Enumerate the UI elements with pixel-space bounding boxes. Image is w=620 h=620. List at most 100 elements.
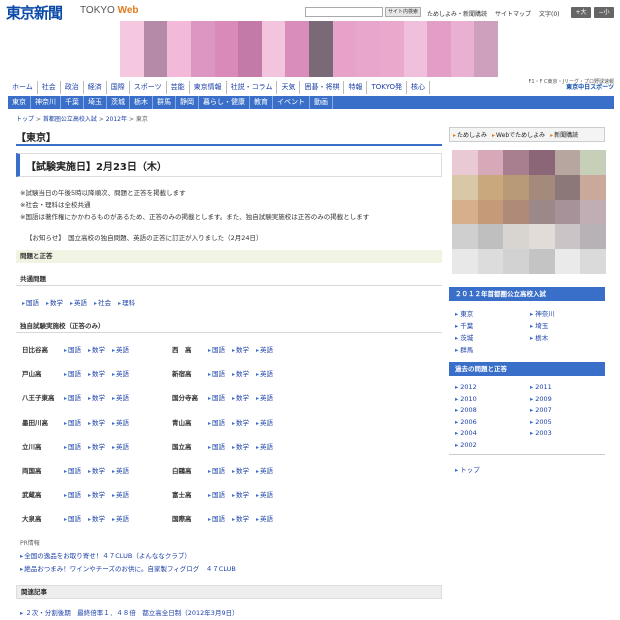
common-subject-link[interactable]: 社会 bbox=[94, 297, 111, 307]
school-subject-link[interactable]: 数学 bbox=[232, 489, 249, 499]
school-subject-link[interactable]: 英語 bbox=[112, 489, 129, 499]
search-button[interactable]: サイト内検索 bbox=[385, 7, 421, 17]
school-subject-link[interactable]: 国語 bbox=[208, 441, 225, 451]
sidebar-prefecture-link[interactable]: 栃木 bbox=[530, 332, 548, 342]
school-subject-link[interactable]: 数学 bbox=[232, 417, 249, 427]
sidebar-prefecture-link[interactable]: 千葉 bbox=[455, 320, 473, 330]
pr-link-1[interactable]: 全国の逸品をお取り寄せ！４７CLUB（よんななクラブ） bbox=[20, 550, 191, 560]
sidebar-year-link[interactable]: 2005 bbox=[530, 418, 552, 426]
school-subject-link[interactable]: 数学 bbox=[88, 513, 105, 523]
sidebar-year-link[interactable]: 2003 bbox=[530, 429, 552, 437]
school-subject-link[interactable]: 英語 bbox=[256, 441, 273, 451]
tool-subscribe[interactable]: 新聞購読 bbox=[550, 130, 578, 139]
school-subject-link[interactable]: 数学 bbox=[232, 368, 249, 378]
school-subject-link[interactable]: 数学 bbox=[232, 392, 249, 402]
trial-subscribe-link[interactable]: ためしよみ・新聞購読 bbox=[427, 9, 487, 18]
sidebar-prefecture-link[interactable]: 埼玉 bbox=[530, 320, 548, 330]
school-subject-link[interactable]: 英語 bbox=[256, 417, 273, 427]
font-size-reset[interactable]: (0) bbox=[551, 11, 560, 18]
main-nav-item[interactable]: 芸能 bbox=[167, 81, 190, 94]
main-nav-item[interactable]: 社会 bbox=[38, 81, 61, 94]
school-subject-link[interactable]: 国語 bbox=[64, 513, 81, 523]
sidebar-top-link[interactable]: トップ bbox=[455, 464, 480, 474]
main-nav-item[interactable]: 特報 bbox=[344, 81, 368, 94]
common-subject-link[interactable]: 理科 bbox=[118, 297, 135, 307]
school-subject-link[interactable]: 国語 bbox=[64, 344, 81, 354]
sidebar-year-link[interactable]: 2012 bbox=[455, 383, 477, 391]
sponsor-link[interactable]: F1・F C東京・Jリーグ・プロ野球速報 東京中日スポーツ bbox=[528, 79, 615, 91]
school-subject-link[interactable]: 国語 bbox=[208, 465, 225, 475]
school-subject-link[interactable]: 国語 bbox=[208, 368, 225, 378]
sidebar-year-link[interactable]: 2004 bbox=[455, 429, 477, 437]
pr-link-2[interactable]: 絶品おつまみ！ワインやチーズのお供に。自家製フィグログ ４７CLUB bbox=[20, 563, 236, 573]
school-subject-link[interactable]: 英語 bbox=[112, 417, 129, 427]
sidebar-year-link[interactable]: 2007 bbox=[530, 406, 552, 414]
main-nav-item[interactable]: 政治 bbox=[61, 81, 84, 94]
school-subject-link[interactable]: 数学 bbox=[88, 441, 105, 451]
school-subject-link[interactable]: 英語 bbox=[256, 465, 273, 475]
school-subject-link[interactable]: 数学 bbox=[232, 513, 249, 523]
region-nav-item[interactable]: 暮らし・健康 bbox=[199, 96, 250, 109]
region-nav-item[interactable]: 千葉 bbox=[61, 96, 84, 109]
sidebar-year-link[interactable]: 2002 bbox=[455, 441, 477, 449]
region-nav-item[interactable]: 埼玉 bbox=[84, 96, 107, 109]
tool-trial[interactable]: ためしよみ bbox=[453, 130, 487, 139]
main-nav-item[interactable]: 経済 bbox=[84, 81, 107, 94]
sidebar-year-link[interactable]: 2008 bbox=[455, 406, 477, 414]
school-subject-link[interactable]: 数学 bbox=[88, 465, 105, 475]
school-subject-link[interactable]: 英語 bbox=[256, 392, 273, 402]
school-subject-link[interactable]: 国語 bbox=[64, 441, 81, 451]
main-nav-item[interactable]: 核心 bbox=[407, 81, 430, 94]
school-subject-link[interactable]: 数学 bbox=[232, 465, 249, 475]
school-subject-link[interactable]: 国語 bbox=[208, 513, 225, 523]
region-nav-item[interactable]: イベント bbox=[273, 96, 310, 109]
font-smaller-button[interactable]: −小 bbox=[594, 7, 614, 18]
breadcrumb-year[interactable]: 2012年 bbox=[106, 116, 127, 123]
region-nav-item[interactable]: 動画 bbox=[310, 96, 333, 109]
tool-web-trial[interactable]: Webでためしよみ bbox=[492, 130, 545, 139]
school-subject-link[interactable]: 数学 bbox=[88, 417, 105, 427]
school-subject-link[interactable]: 英語 bbox=[256, 513, 273, 523]
main-nav-item[interactable]: 社説・コラム bbox=[227, 81, 278, 94]
region-nav-item[interactable]: 栃木 bbox=[130, 96, 153, 109]
school-subject-link[interactable]: 数学 bbox=[88, 489, 105, 499]
main-nav-item[interactable]: 天気 bbox=[277, 81, 301, 94]
region-nav-item[interactable]: 群馬 bbox=[153, 96, 176, 109]
sidebar-year-link[interactable]: 2010 bbox=[455, 395, 477, 403]
site-logo[interactable]: 東京新聞 bbox=[6, 2, 63, 23]
sidebar-prefecture-link[interactable]: 茨城 bbox=[455, 332, 473, 342]
sidebar-prefecture-link[interactable]: 神奈川 bbox=[530, 308, 555, 318]
school-subject-link[interactable]: 国語 bbox=[208, 417, 225, 427]
school-subject-link[interactable]: 数学 bbox=[232, 441, 249, 451]
school-subject-link[interactable]: 国語 bbox=[64, 489, 81, 499]
main-nav-item[interactable]: 国際 bbox=[107, 81, 130, 94]
common-subject-link[interactable]: 英語 bbox=[70, 297, 87, 307]
school-subject-link[interactable]: 国語 bbox=[208, 344, 225, 354]
banner-ad[interactable] bbox=[120, 21, 498, 77]
school-subject-link[interactable]: 英語 bbox=[112, 513, 129, 523]
school-subject-link[interactable]: 国語 bbox=[64, 392, 81, 402]
main-nav-item[interactable]: ホーム bbox=[8, 81, 38, 94]
sidebar-ad[interactable] bbox=[452, 150, 606, 274]
school-subject-link[interactable]: 国語 bbox=[64, 368, 81, 378]
school-subject-link[interactable]: 英語 bbox=[112, 344, 129, 354]
school-subject-link[interactable]: 英語 bbox=[112, 392, 129, 402]
school-subject-link[interactable]: 数学 bbox=[88, 344, 105, 354]
sidebar-year-link[interactable]: 2009 bbox=[530, 395, 552, 403]
region-nav-item[interactable]: 教育 bbox=[250, 96, 273, 109]
school-subject-link[interactable]: 国語 bbox=[208, 392, 225, 402]
main-nav-item[interactable]: スポーツ bbox=[130, 81, 167, 94]
main-nav-item[interactable]: 囲碁・将棋 bbox=[300, 81, 345, 94]
breadcrumb-top[interactable]: トップ bbox=[16, 116, 34, 123]
breadcrumb-exam[interactable]: 首都圏公立高校入試 bbox=[43, 116, 97, 123]
school-subject-link[interactable]: 数学 bbox=[88, 368, 105, 378]
school-subject-link[interactable]: 英語 bbox=[112, 368, 129, 378]
region-nav-item[interactable]: 茨城 bbox=[107, 96, 130, 109]
school-subject-link[interactable]: 英語 bbox=[112, 465, 129, 475]
school-subject-link[interactable]: 数学 bbox=[88, 392, 105, 402]
font-larger-button[interactable]: +大 bbox=[571, 7, 591, 18]
region-nav-item[interactable]: 神奈川 bbox=[31, 96, 61, 109]
school-subject-link[interactable]: 英語 bbox=[112, 441, 129, 451]
school-subject-link[interactable]: 国語 bbox=[64, 465, 81, 475]
related-article-link[interactable]: ２次・分割後期 最終倍率１．４８倍 都立高全日制（2012年3月9日） bbox=[20, 607, 238, 617]
